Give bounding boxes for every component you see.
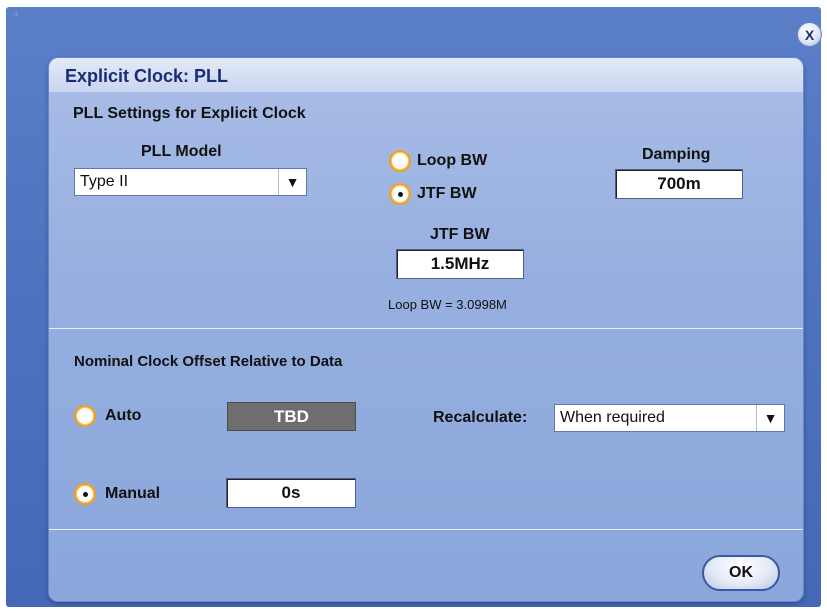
pll-model-value: Type II	[80, 173, 129, 190]
recalculate-value: When required	[560, 409, 665, 426]
pll-settings-heading: PLL Settings for Explicit Clock	[73, 105, 306, 122]
radio-loop-bw[interactable]: Loop BW	[389, 150, 487, 172]
loop-bw-readout: Loop BW = 3.0998M	[388, 297, 507, 312]
jtf-bw-field[interactable]: 1.5MHz	[396, 249, 524, 279]
ok-button[interactable]: OK	[702, 555, 780, 591]
recalculate-dropdown[interactable]: When required ▼	[554, 404, 785, 432]
damping-field[interactable]: 700m	[615, 169, 743, 199]
dialog-title: Explicit Clock: PLL	[65, 66, 229, 86]
auto-offset-value: TBD	[227, 402, 356, 431]
dialog-titlebar: Explicit Clock: PLL	[49, 58, 803, 92]
recalculate-label: Recalculate:	[433, 409, 528, 426]
window-background: ⁘ X Explicit Clock: PLL PLL Settings for…	[6, 7, 822, 607]
radio-jtf-bw-label: JTF BW	[417, 185, 477, 202]
close-x-icon: X	[804, 26, 815, 43]
window-grip-icon[interactable]: ⁘	[13, 11, 21, 19]
pll-model-label: PLL Model	[141, 143, 222, 160]
radio-circle-icon	[389, 150, 411, 172]
section-divider	[49, 328, 803, 329]
jtf-bw-label: JTF BW	[430, 226, 490, 243]
footer-divider	[49, 529, 803, 530]
clock-offset-heading: Nominal Clock Offset Relative to Data	[74, 353, 343, 370]
radio-auto[interactable]: Auto	[74, 405, 141, 427]
triangle-down-icon[interactable]: ▼	[278, 169, 306, 195]
radio-selected-icon	[389, 183, 411, 205]
radio-selected-icon	[74, 483, 96, 505]
radio-loop-bw-label: Loop BW	[417, 152, 488, 169]
radio-circle-icon	[74, 405, 96, 427]
damping-label: Damping	[642, 146, 711, 163]
radio-jtf-bw[interactable]: JTF BW	[389, 183, 477, 205]
close-button[interactable]: X	[797, 22, 822, 47]
radio-manual[interactable]: Manual	[74, 483, 160, 505]
pll-model-dropdown[interactable]: Type II ▼	[74, 168, 307, 196]
radio-auto-label: Auto	[105, 407, 142, 424]
manual-offset-field[interactable]: 0s	[226, 478, 356, 508]
triangle-down-icon[interactable]: ▼	[756, 405, 784, 431]
radio-manual-label: Manual	[105, 485, 161, 502]
pll-dialog: Explicit Clock: PLL PLL Settings for Exp…	[48, 57, 804, 602]
